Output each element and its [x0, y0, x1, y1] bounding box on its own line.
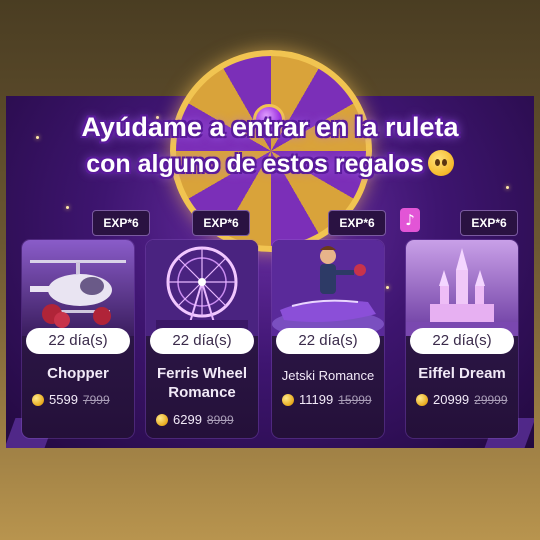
pleading-face-emoji-icon	[427, 150, 454, 176]
headline-line-2: con alguno de estos regalos	[0, 150, 540, 179]
price-row: 5599 7999	[32, 392, 132, 407]
castle-image	[406, 240, 518, 336]
price-current: 20999	[433, 392, 470, 407]
price-row: 20999 29999	[416, 392, 516, 407]
exp-badge: EXP*6	[192, 210, 250, 236]
gift-card-eiffel-dream[interactable]: 22 día(s) Eiffel Dream 20999 29999	[406, 240, 518, 438]
duration-pill: 22 día(s)	[410, 328, 514, 354]
duration-pill: 22 día(s)	[150, 328, 254, 354]
coin-icon	[282, 394, 294, 406]
exp-badge: EXP*6	[92, 210, 150, 236]
price-row: 11199 15999	[282, 392, 382, 407]
gift-name: Ferris Wheel Romance	[156, 365, 248, 401]
price-current: 5599	[49, 392, 78, 407]
music-note-icon[interactable]: ♪	[400, 208, 420, 232]
coin-icon	[416, 394, 428, 406]
gift-name: Jetski Romance	[281, 368, 375, 383]
price-original: 8999	[206, 413, 234, 427]
coin-icon	[156, 414, 168, 426]
price-row: 6299 8999	[156, 412, 256, 427]
price-original: 7999	[82, 393, 110, 407]
coin-icon	[32, 394, 44, 406]
price-original: 15999	[338, 393, 372, 407]
price-original: 29999	[474, 393, 508, 407]
helicopter-image	[22, 240, 134, 336]
ferris-wheel-image	[146, 240, 258, 336]
price-current: 6299	[173, 412, 202, 427]
exp-badge: EXP*6	[460, 210, 518, 236]
jetski-image	[272, 240, 384, 336]
gift-name: Eiffel Dream	[418, 365, 506, 382]
duration-pill: 22 día(s)	[26, 328, 130, 354]
duration-pill: 22 día(s)	[276, 328, 380, 354]
gift-card-ferris-wheel-romance[interactable]: 22 día(s) Ferris Wheel Romance 6299 8999	[146, 240, 258, 438]
headline-line-1: Ayúdame a entrar en la ruleta	[81, 112, 459, 142]
gift-card-chopper[interactable]: 22 día(s) Chopper 5599 7999	[22, 240, 134, 438]
gift-name: Chopper	[47, 365, 109, 382]
price-current: 11199	[299, 392, 334, 407]
gift-card-jetski-romance[interactable]: 22 día(s) Jetski Romance 11199 15999	[272, 240, 384, 438]
exp-badge: EXP*6	[328, 210, 386, 236]
